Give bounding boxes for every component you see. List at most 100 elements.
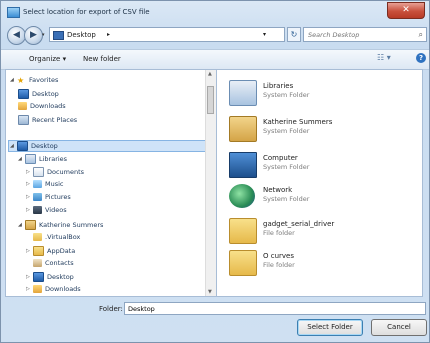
tree-item-documents[interactable]: ▷ Documents xyxy=(26,167,84,178)
new-folder-button[interactable]: New folder xyxy=(83,55,121,63)
list-item-katherine-summers[interactable]: Katherine Summers System Folder xyxy=(229,114,419,150)
item-name: Computer xyxy=(263,154,298,162)
computer-icon xyxy=(229,152,257,178)
tree-item-libraries[interactable]: ◢ Libraries xyxy=(18,154,67,165)
list-item-gadget-serial-driver[interactable]: gadget_serial_driver File folder xyxy=(229,216,419,252)
address-row: ◀ ▶ ▾ Desktop ▸ ▾ ↻ ⌕ xyxy=(1,25,429,47)
tree-item-videos[interactable]: ▷ Videos xyxy=(26,206,67,217)
scroll-up-icon[interactable]: ▲ xyxy=(208,71,212,77)
tree-item-desktop[interactable]: ◢ Desktop xyxy=(10,141,58,152)
expander-icon[interactable]: ◢ xyxy=(18,156,25,162)
desktop-icon xyxy=(33,272,44,282)
desktop-icon xyxy=(18,89,29,99)
item-name: Katherine Summers xyxy=(263,118,333,126)
nav-scrollbar[interactable]: ▲ ▼ xyxy=(205,70,216,296)
expander-icon[interactable]: ◢ xyxy=(10,77,17,83)
forward-button[interactable]: ▶ xyxy=(24,26,43,45)
tree-item-downloads-user[interactable]: ▷ Downloads xyxy=(26,285,81,296)
scrollbar-thumb[interactable] xyxy=(207,86,214,114)
breadcrumb-desktop[interactable]: Desktop xyxy=(67,31,96,39)
select-folder-dialog: Select location for export of CSV file ✕… xyxy=(0,0,430,343)
tree-item-desktop-fav[interactable]: Desktop xyxy=(18,89,59,100)
list-item-computer[interactable]: Computer System Folder xyxy=(229,150,419,186)
documents-icon xyxy=(33,167,44,177)
folder-icon xyxy=(229,250,257,276)
desktop-icon xyxy=(17,141,28,151)
expander-icon[interactable]: ▷ xyxy=(26,274,33,280)
expander-icon[interactable]: ▷ xyxy=(26,248,33,254)
close-button[interactable]: ✕ xyxy=(387,2,425,19)
folder-icon xyxy=(33,233,42,241)
network-icon xyxy=(229,184,255,208)
item-type: File folder xyxy=(263,261,295,269)
libraries-icon xyxy=(229,80,257,106)
command-bar: Organize ▾ New folder ☷ ▾ ? xyxy=(1,49,429,70)
star-icon: ★ xyxy=(17,76,25,85)
item-name: gadget_serial_driver xyxy=(263,220,335,228)
music-icon xyxy=(33,180,42,188)
address-bar[interactable]: Desktop ▸ ▾ xyxy=(49,27,285,42)
contacts-icon xyxy=(33,259,42,267)
search-box[interactable]: ⌕ xyxy=(303,27,427,42)
desktop-location-icon xyxy=(53,31,64,40)
downloads-icon xyxy=(18,102,27,110)
user-folder-icon xyxy=(25,220,36,230)
tree-item-downloads-fav[interactable]: Downloads xyxy=(18,102,66,113)
title-bar: Select location for export of CSV file ✕ xyxy=(1,1,429,23)
libraries-icon xyxy=(25,154,36,164)
expander-icon[interactable]: ▷ xyxy=(26,169,33,175)
tree-item-katherine-summers[interactable]: ◢ Katherine Summers xyxy=(18,220,103,231)
folder-row: Folder: xyxy=(1,301,429,317)
refresh-button[interactable]: ↻ xyxy=(287,27,301,42)
select-folder-button[interactable]: Select Folder xyxy=(297,319,363,336)
item-name: Network xyxy=(263,186,293,194)
organize-menu[interactable]: Organize ▾ xyxy=(29,55,66,63)
item-name: Libraries xyxy=(263,82,294,90)
pictures-icon xyxy=(33,193,42,201)
list-item-o-curves[interactable]: O curves File folder xyxy=(229,248,419,284)
tree-item-virtualbox[interactable]: .VirtualBox xyxy=(33,233,80,244)
breadcrumb-chevron-icon[interactable]: ▸ xyxy=(107,31,110,38)
folder-input[interactable] xyxy=(124,302,426,315)
user-folder-icon xyxy=(229,116,257,142)
history-dropdown-icon[interactable]: ▾ xyxy=(42,32,45,38)
list-item-libraries[interactable]: Libraries System Folder xyxy=(229,78,419,114)
tree-item-appdata[interactable]: ▷ AppData xyxy=(26,246,75,257)
folder-icon xyxy=(33,246,44,256)
item-name: O curves xyxy=(263,252,294,260)
item-type: System Folder xyxy=(263,127,310,135)
cancel-button[interactable]: Cancel xyxy=(371,319,427,336)
expander-icon[interactable]: ▷ xyxy=(26,194,33,200)
tree-item-contacts[interactable]: Contacts xyxy=(33,259,74,270)
expander-icon[interactable]: ▷ xyxy=(26,207,33,213)
item-type: File folder xyxy=(263,229,295,237)
expander-icon[interactable]: ◢ xyxy=(10,143,17,149)
downloads-icon xyxy=(33,285,42,293)
address-dropdown-icon[interactable]: ▾ xyxy=(263,31,266,38)
expander-icon[interactable]: ▷ xyxy=(26,286,33,292)
navigation-pane[interactable]: ◢ ★ Favorites Desktop Downloads Recent Pla… xyxy=(5,69,217,297)
tree-item-favorites[interactable]: ◢ ★ Favorites xyxy=(10,76,58,87)
tree-item-recent-places[interactable]: Recent Places xyxy=(18,115,77,126)
tree-item-music[interactable]: ▷ Music xyxy=(26,180,64,191)
search-input[interactable] xyxy=(308,30,408,40)
recent-places-icon xyxy=(18,115,29,125)
expander-icon[interactable]: ◢ xyxy=(18,222,25,228)
app-icon xyxy=(7,7,20,18)
help-icon[interactable]: ? xyxy=(416,53,426,63)
tree-item-pictures[interactable]: ▷ Pictures xyxy=(26,193,71,204)
folder-icon xyxy=(229,218,257,244)
views-icon[interactable]: ☷ ▾ xyxy=(377,53,391,62)
expander-icon[interactable]: ▷ xyxy=(26,181,33,187)
tree-item-desktop-user[interactable]: ▷ Desktop xyxy=(26,272,74,283)
item-type: System Folder xyxy=(263,195,310,203)
search-icon[interactable]: ⌕ xyxy=(419,30,423,40)
item-type: System Folder xyxy=(263,91,310,99)
file-list-pane[interactable]: Libraries System Folder Katherine Summer… xyxy=(217,69,423,297)
videos-icon xyxy=(33,206,42,214)
window-title: Select location for export of CSV file xyxy=(23,8,150,16)
list-item-network[interactable]: Network System Folder xyxy=(229,182,419,218)
folder-label: Folder: xyxy=(99,305,123,313)
scroll-down-icon[interactable]: ▼ xyxy=(208,289,212,295)
item-type: System Folder xyxy=(263,163,310,171)
